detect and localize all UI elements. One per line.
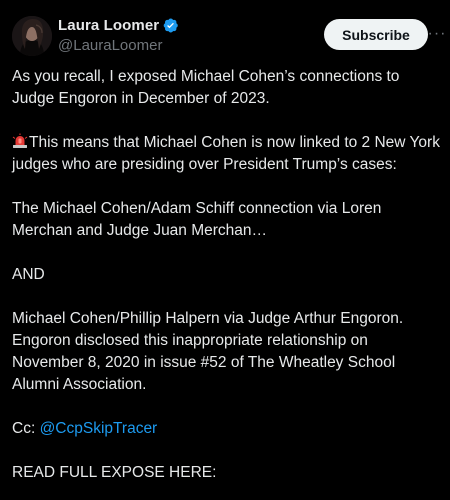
profile-avatar[interactable] <box>12 16 52 56</box>
author-handle[interactable]: @LauraLoomer <box>58 37 179 54</box>
display-name-row: Laura Loomer <box>58 14 179 36</box>
avatar-image <box>12 16 52 56</box>
more-options-icon[interactable]: ··· <box>426 23 448 45</box>
post-paragraph-4: AND <box>12 266 45 283</box>
post-card: Laura Loomer @LauraLoomer Subscribe ··· … <box>0 0 450 500</box>
post-text: As you recall, I exposed Michael Cohen’s… <box>12 66 442 484</box>
post-paragraph-2-text: This means that Michael Cohen is now lin… <box>12 134 440 173</box>
post-paragraph-3: The Michael Cohen/Adam Schiff connection… <box>12 200 382 239</box>
post-paragraph-1: As you recall, I exposed Michael Cohen’s… <box>12 68 400 107</box>
post-paragraph-5: Michael Cohen/Phillip Halpern via Judge … <box>12 310 404 393</box>
verified-badge-icon[interactable] <box>162 17 179 34</box>
post-header: Laura Loomer @LauraLoomer Subscribe ··· <box>12 14 445 58</box>
display-name[interactable]: Laura Loomer <box>58 17 159 34</box>
post-paragraph-2: This means that Michael Cohen is now lin… <box>12 132 442 176</box>
subscribe-button[interactable]: Subscribe <box>324 19 428 50</box>
cc-label: Cc: <box>12 420 40 437</box>
mention-link[interactable]: @CcpSkipTracer <box>40 420 158 437</box>
post-paragraph-7: READ FULL EXPOSE HERE: <box>12 464 217 481</box>
author-names: Laura Loomer @LauraLoomer <box>58 14 179 54</box>
police-siren-icon <box>12 133 28 148</box>
post-paragraph-6: Cc: @CcpSkipTracer <box>12 418 442 440</box>
